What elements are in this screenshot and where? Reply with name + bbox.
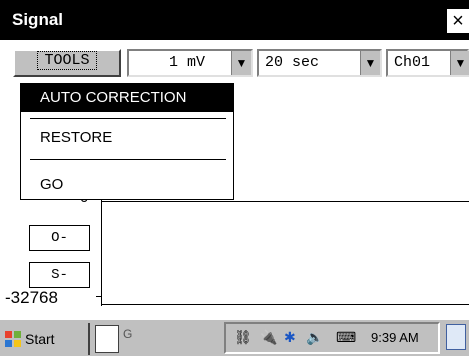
start-button[interactable]: Start — [0, 323, 90, 355]
plot-top-line — [101, 201, 469, 202]
scale-button[interactable]: S- — [29, 262, 90, 288]
menu-item-go[interactable]: GO — [21, 176, 233, 193]
desktop-icon[interactable] — [446, 324, 466, 350]
plot-y-axis — [101, 196, 102, 306]
taskbar-app-button[interactable] — [95, 325, 119, 353]
offset-button[interactable]: O- — [29, 225, 90, 251]
scale-value: 1 mV — [169, 54, 206, 71]
offset-button-label: O- — [51, 230, 68, 246]
chevron-down-icon[interactable]: ▼ — [360, 51, 380, 75]
windows-flag-icon — [5, 331, 21, 347]
menu-item-restore[interactable]: RESTORE — [21, 129, 233, 146]
menu-separator — [30, 118, 226, 119]
bluetooth-icon[interactable]: ✱ — [284, 329, 296, 346]
power-icon[interactable]: 🔌 — [260, 329, 277, 346]
tools-button-label: TOOLS — [37, 51, 97, 70]
system-tray: ⛓ 🔌 ✱ 🔈 ⌨ 9:39 AM — [224, 322, 440, 354]
input-icon[interactable]: ⌨ — [336, 329, 356, 346]
tools-menu: AUTO CORRECTION RESTORE GO — [20, 83, 234, 200]
close-button[interactable]: × — [447, 9, 469, 33]
menu-item-auto-correction[interactable]: AUTO CORRECTION — [21, 84, 233, 112]
volume-icon[interactable]: 🔈 — [306, 329, 323, 346]
chevron-down-icon[interactable]: ▼ — [231, 51, 251, 75]
channel-select[interactable]: Ch01 ▼ — [386, 49, 469, 77]
start-label: Start — [25, 331, 55, 347]
taskbar-app-label: G — [123, 327, 133, 341]
tools-button[interactable]: TOOLS — [13, 49, 121, 77]
menu-separator — [30, 159, 226, 160]
time-select[interactable]: 20 sec ▼ — [257, 49, 382, 77]
taskbar: Start G ⛓ 🔌 ✱ 🔈 ⌨ 9:39 AM — [0, 318, 469, 356]
close-icon: × — [452, 10, 464, 32]
scale-button-label: S- — [51, 267, 68, 283]
title-bar: Signal × — [0, 0, 469, 40]
y-bottom-label: -32768 — [5, 288, 58, 307]
network-icon[interactable]: ⛓ — [234, 329, 252, 346]
clock[interactable]: 9:39 AM — [371, 330, 419, 345]
time-value: 20 sec — [265, 54, 320, 71]
chevron-down-icon[interactable]: ▼ — [450, 51, 469, 75]
channel-value: Ch01 — [394, 54, 431, 71]
plot-bottom-line — [101, 304, 469, 305]
y-tick-bottom — [96, 296, 102, 297]
scale-select[interactable]: 1 mV ▼ — [127, 49, 253, 77]
window-title: Signal — [12, 10, 64, 29]
